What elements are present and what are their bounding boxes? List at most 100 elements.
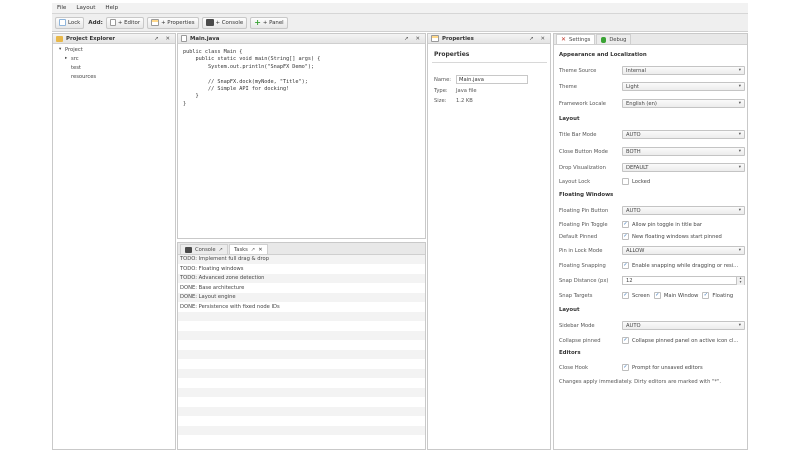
layout-lock-text: Locked xyxy=(632,178,651,185)
float-icon[interactable]: ↗ xyxy=(152,36,161,42)
project-tree: ▾ Project ▸ src test resources xyxy=(53,44,175,81)
tree-item-src[interactable]: ▸ src xyxy=(59,54,175,63)
lock-toggle[interactable]: Lock xyxy=(55,16,85,29)
check-icon: ✓ xyxy=(622,337,629,344)
prop-type-value: Java file xyxy=(456,88,477,94)
empty-row xyxy=(178,359,425,369)
tree-item-resources[interactable]: resources xyxy=(59,72,175,81)
list-item[interactable]: TODO: Implement full drag & drop xyxy=(178,255,425,265)
tab-tasks[interactable]: Tasks ↗ ✕ xyxy=(228,244,268,254)
chevron-down-icon: ▾ xyxy=(738,132,741,137)
chevron-down-icon: ▾ xyxy=(738,68,741,73)
toolbar: Lock Add: + Editor + Properties + Consol… xyxy=(52,14,748,32)
tree-item-project[interactable]: ▾ Project xyxy=(59,45,175,54)
add-panel-label: + Panel xyxy=(262,19,284,26)
empty-row xyxy=(178,397,425,407)
settings-tabstrip: ✕ Settings Debug xyxy=(554,34,747,45)
editor-header[interactable]: Main.java ↗ ✕ xyxy=(178,34,425,44)
close-icon[interactable]: ✕ xyxy=(258,247,262,253)
collapse-pinned-label: Collapse pinned xyxy=(559,338,601,344)
tab-settings[interactable]: ✕ Settings xyxy=(556,34,596,44)
add-properties-button[interactable]: + Properties xyxy=(147,16,199,29)
tab-label: Console xyxy=(195,246,216,253)
project-explorer-title: Project Explorer xyxy=(66,35,116,42)
list-item[interactable]: DONE: Layout engine xyxy=(178,293,425,303)
float-icon[interactable]: ↗ xyxy=(219,247,223,253)
chevron-down-icon: ▾ xyxy=(738,101,741,106)
add-console-button[interactable]: + Console xyxy=(201,16,248,29)
layout-lock-checkbox[interactable]: Locked xyxy=(622,178,650,185)
project-explorer-header[interactable]: Project Explorer ↗ ✕ xyxy=(53,34,175,44)
snap-target-main[interactable]: Main Window xyxy=(664,293,699,299)
code-editor[interactable]: public class Main { public static void m… xyxy=(183,49,320,108)
spinner-arrows-icon[interactable]: ▴ ▾ xyxy=(736,277,744,285)
collapse-pinned-checkbox[interactable]: ✓ Collapse pinned panel on active icon cl… xyxy=(622,337,738,344)
lock-checkbox-icon xyxy=(59,19,66,26)
list-item[interactable]: DONE: Base architecture xyxy=(178,283,425,293)
menu-file[interactable]: File xyxy=(52,5,71,11)
title-bar-mode-select[interactable]: AUTO ▾ xyxy=(622,130,745,139)
tasks-list[interactable]: TODO: Implement full drag & drop TODO: F… xyxy=(178,255,425,436)
tab-debug[interactable]: Debug xyxy=(596,34,632,44)
float-icon[interactable]: ↗ xyxy=(402,36,411,42)
sidebar-mode-select[interactable]: AUTO ▾ xyxy=(622,321,745,330)
drop-visualization-select[interactable]: DEFAULT ▾ xyxy=(622,163,745,172)
prop-type-row: Type: Java file xyxy=(434,88,477,94)
add-editor-button[interactable]: + Editor xyxy=(105,16,145,29)
add-properties-label: + Properties xyxy=(161,19,195,26)
theme-source-select[interactable]: Internal ▾ xyxy=(622,66,745,75)
floating-pin-toggle-checkbox[interactable]: ✓ Allow pin toggle in title bar xyxy=(622,221,702,228)
theme-source-label: Theme Source xyxy=(559,68,597,74)
float-icon[interactable]: ↗ xyxy=(527,36,536,42)
bottom-tabstrip: Console ↗ Tasks ↗ ✕ xyxy=(178,243,425,255)
plus-icon: + xyxy=(254,18,261,27)
close-button-mode-label: Close Button Mode xyxy=(559,149,608,155)
name-field[interactable]: Main.java xyxy=(456,75,528,84)
snap-target-floating[interactable]: Floating xyxy=(712,293,733,299)
list-item[interactable]: DONE: Persistence with fixed node IDs xyxy=(178,302,425,312)
add-panel-button[interactable]: + + Panel xyxy=(250,16,288,29)
divider xyxy=(432,62,547,63)
tab-console[interactable]: Console ↗ xyxy=(180,244,228,254)
check-icon[interactable]: ✓ xyxy=(622,292,629,299)
snap-distance-spinner[interactable]: 12 ▴ ▾ xyxy=(622,276,745,285)
close-hook-checkbox[interactable]: ✓ Prompt for unsaved editors xyxy=(622,364,703,371)
default-pinned-label: Default Pinned xyxy=(559,234,598,240)
properties-heading: Properties xyxy=(434,51,470,58)
menu-help[interactable]: Help xyxy=(100,5,123,11)
close-button-mode-select[interactable]: BOTH ▾ xyxy=(622,147,745,156)
prop-size-label: Size: xyxy=(434,98,447,104)
section-floating: Floating Windows xyxy=(559,192,614,198)
check-icon[interactable]: ✓ xyxy=(702,292,710,299)
properties-header[interactable]: Properties ↗ ✕ xyxy=(428,34,550,44)
empty-row xyxy=(178,407,425,417)
floating-snapping-checkbox[interactable]: ✓ Enable snapping while dragging or resi.… xyxy=(622,262,738,269)
pin-lock-mode-select[interactable]: ALLOW ▾ xyxy=(622,246,745,255)
floating-pin-button-select[interactable]: AUTO ▾ xyxy=(622,206,745,215)
floating-pin-button-value: AUTO xyxy=(626,207,641,214)
prop-size-value: 1.2 KB xyxy=(456,98,473,104)
close-icon[interactable]: ✕ xyxy=(163,36,172,42)
layout-lock-label: Layout Lock xyxy=(559,179,591,185)
pin-lock-mode-label: Pin in Lock Mode xyxy=(559,248,603,254)
sidebar-mode-value: AUTO xyxy=(626,322,641,329)
menu-layout[interactable]: Layout xyxy=(71,5,100,11)
footer-note: Changes apply immediately. Dirty editors… xyxy=(559,379,722,385)
close-icon[interactable]: ✕ xyxy=(538,36,547,42)
default-pinned-checkbox[interactable]: ✓ New floating windows start pinned xyxy=(622,233,722,240)
menu-bar: File Layout Help xyxy=(52,3,748,14)
snap-target-screen[interactable]: Screen xyxy=(632,293,650,299)
framework-locale-select[interactable]: English (en) ▾ xyxy=(622,99,745,108)
check-icon[interactable]: ✓ xyxy=(653,292,661,299)
float-icon[interactable]: ↗ xyxy=(251,247,255,253)
default-pinned-text: New floating windows start pinned xyxy=(632,233,722,240)
checkbox-icon xyxy=(622,178,629,185)
list-item[interactable]: TODO: Advanced zone detection xyxy=(178,274,425,284)
tree-item-test[interactable]: test xyxy=(59,63,175,72)
tree-item-label: resources xyxy=(71,73,97,80)
empty-row xyxy=(178,321,425,331)
close-icon[interactable]: ✕ xyxy=(413,36,422,42)
list-item[interactable]: TODO: Floating windows xyxy=(178,264,425,274)
theme-select[interactable]: Light ▾ xyxy=(622,82,745,91)
empty-row xyxy=(178,388,425,398)
